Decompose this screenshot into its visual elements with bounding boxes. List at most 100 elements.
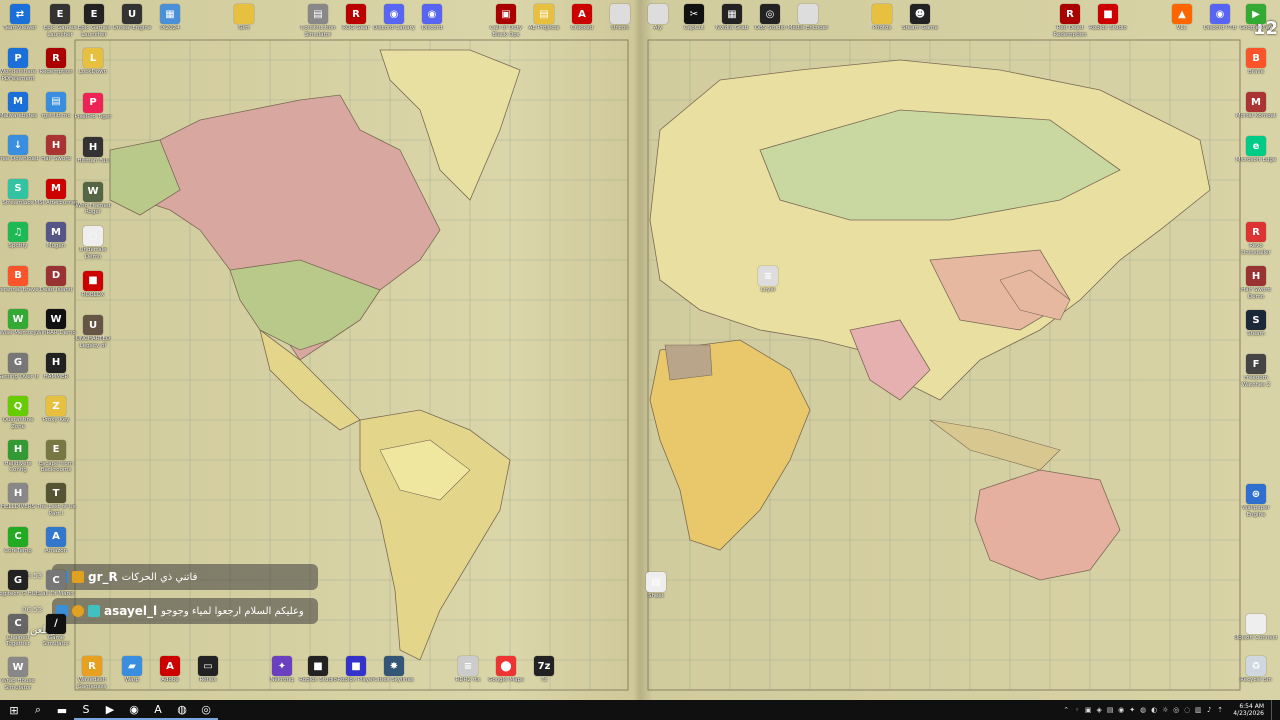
desktop-shortcut[interactable]: R Revo Uninstaller: [1236, 222, 1276, 256]
desktop-shortcut[interactable]: H Hitman Full: [73, 137, 113, 165]
tray-icon[interactable]: ◎: [1172, 706, 1180, 714]
tray-icon[interactable]: ▣: [1084, 706, 1092, 714]
tray-icon[interactable]: ▥: [1194, 706, 1202, 714]
desktop-shortcut[interactable]: ≡ Loyal: [748, 266, 788, 294]
desktop-shortcut[interactable]: ⬤ Google Maps: [486, 656, 526, 684]
desktop-shortcut[interactable]: ■ Roblox Studio: [1088, 4, 1128, 32]
discord-taskbar-icon[interactable]: ◉: [122, 700, 146, 720]
tray-icon[interactable]: ✦: [1128, 706, 1136, 714]
desktop-shortcut[interactable]: ◉ Discord Canary: [373, 4, 415, 32]
start-button[interactable]: ⊞: [2, 700, 26, 720]
desktop-shortcut[interactable]: ✂ CapCut: [674, 4, 714, 32]
desktop-shortcut[interactable]: ≡ RDR2 rtx: [448, 656, 488, 684]
desktop-shortcut[interactable]: ▤ AE Projects: [524, 4, 564, 32]
desktop-shortcut[interactable]: Photos: [862, 4, 902, 32]
desktop-shortcut[interactable]: C CoreTemp: [0, 526, 38, 555]
desktop-shortcut[interactable]: B Personal Brave: [0, 265, 39, 294]
tray-icon[interactable]: ☼: [1161, 706, 1169, 714]
desktop-shortcut[interactable]: U Unreal Engine: [112, 4, 152, 32]
desktop-shortcut[interactable]: Media Encoder: [788, 4, 828, 32]
taskbar-clock[interactable]: 6:54 AM 4/23/2026: [1233, 703, 1264, 717]
desktop-shortcut[interactable]: W Who Framed Roger: [73, 181, 113, 216]
desktop-shortcut[interactable]: F Freedom Watches 2: [1236, 354, 1276, 388]
desktop-shortcut[interactable]: ↓ Free Download: [0, 135, 38, 163]
desktop-shortcut[interactable]: D Dead Island: [36, 265, 76, 294]
steam-taskbar-icon[interactable]: S: [74, 700, 98, 720]
acrobat-taskbar-icon[interactable]: A: [146, 700, 170, 720]
desktop-shortcut[interactable]: ▤ rgst.lib.mc: [36, 91, 76, 120]
desktop-shortcut[interactable]: ⇄ TeamViewer: [0, 4, 40, 32]
desktop-shortcut[interactable]: H Half Sword: [36, 135, 76, 163]
desktop-shortcut[interactable]: M Mortal Kombat: [1236, 92, 1276, 120]
desktop-shortcut[interactable]: ◌ Undertale Demo: [73, 226, 113, 260]
desktop-shortcut[interactable]: H HELLDIVERS: [0, 483, 38, 511]
desktop-shortcut[interactable]: E Escape from Backrooms: [36, 439, 76, 474]
desktop-shortcut[interactable]: P Wondershare PDFelement: [0, 48, 38, 82]
desktop-shortcut[interactable]: ♫ Spotify: [0, 222, 38, 250]
desktop-shortcut[interactable]: M Mugen: [36, 222, 76, 250]
desktop-shortcut[interactable]: R Redemption: [36, 48, 76, 76]
tray-icon[interactable]: ◈: [1095, 706, 1103, 714]
desktop-shortcut[interactable]: G Logitech G HUB: [0, 570, 40, 598]
desktop-shortcut[interactable]: R Red Dead Redemption: [1050, 4, 1090, 38]
desktop-shortcut[interactable]: A Cracked: [562, 4, 602, 32]
desktop-shortcut[interactable]: ■ Roblox Studio: [298, 656, 338, 684]
tray-icon[interactable]: ♪: [1205, 706, 1213, 714]
desktop-shortcut[interactable]: ■ Roblox Player: [336, 656, 376, 684]
desktop-shortcut[interactable]: ▤ Sheet: [636, 572, 676, 600]
search-icon[interactable]: ⌕: [26, 700, 50, 720]
desktop-shortcut[interactable]: 7z 7z: [524, 656, 564, 684]
desktop-shortcut[interactable]: ✸ Cities Skylines: [374, 656, 414, 684]
desktop-shortcut[interactable]: L LockDown: [73, 48, 113, 76]
desktop-shortcut[interactable]: Gim: [224, 4, 264, 32]
tray-icon[interactable]: ◍: [1139, 706, 1147, 714]
tray-icon[interactable]: ◐: [1150, 706, 1158, 714]
desktop-shortcut[interactable]: ▤ Construction Simulator: [298, 4, 338, 38]
desktop-shortcut[interactable]: ◎ OBS Studio: [750, 4, 790, 32]
desktop-shortcut[interactable]: ▦ Nvidia Grab: [712, 4, 752, 32]
desktop-shortcut[interactable]: W Wrap House Simulator: [0, 657, 38, 691]
desktop-shortcut[interactable]: ♻ Recycle Bin: [1236, 656, 1276, 684]
desktop-shortcut[interactable]: W WinRAR Demo: [36, 309, 76, 337]
tray-icon[interactable]: ◉: [1117, 706, 1125, 714]
show-desktop-button[interactable]: [1271, 700, 1274, 720]
desktop-shortcut[interactable]: ▶ Google Play: [1236, 4, 1276, 32]
desktop-shortcut[interactable]: ∕ Game Simulator: [36, 613, 76, 648]
desktop-shortcut[interactable]: e Microsoft Edge: [1236, 136, 1276, 164]
desktop-shortcut[interactable]: R ROG Gear: [336, 4, 376, 32]
file-explorer-icon[interactable]: ▬: [50, 700, 74, 720]
desktop-shortcut[interactable]: M MSI Afterburner: [34, 178, 78, 207]
desktop-shortcut[interactable]: S Streamlabs: [0, 178, 38, 207]
obs-taskbar-icon[interactable]: ◎: [194, 700, 218, 720]
desktop-shortcut[interactable]: Uncon: [600, 4, 640, 32]
desktop-shortcut[interactable]: ▦ IX2024: [150, 4, 190, 32]
desktop-shortcut[interactable]: A Adobe: [150, 656, 190, 684]
desktop-shortcut[interactable]: E Epic Games Launcher: [74, 4, 114, 38]
desktop-shortcut[interactable]: Q Quarantine Zone: [0, 396, 38, 430]
desktop-shortcut[interactable]: G Getting Over It: [0, 352, 38, 381]
desktop-shortcut[interactable]: A Amazon: [36, 526, 76, 555]
desktop-shortcut[interactable]: H Half Sword Demo: [1236, 266, 1276, 300]
tray-icon[interactable]: ◦: [1073, 706, 1081, 714]
desktop-shortcut[interactable]: Ubisoft Connect: [1234, 614, 1278, 642]
desktop-shortcut[interactable]: ▭ Reflex: [188, 656, 228, 684]
desktop-shortcut[interactable]: H Helldivers Config: [0, 439, 38, 474]
tray-icon[interactable]: ▤: [1106, 706, 1114, 714]
desktop-shortcut[interactable]: ▰ Warp: [112, 656, 152, 684]
tray-icon[interactable]: ⇡: [1216, 706, 1224, 714]
chrome-icon[interactable]: ◍: [170, 700, 194, 720]
desktop-shortcut[interactable]: C Call Of Mario: [36, 570, 76, 598]
desktop-shortcut[interactable]: ◉ Discord: [412, 4, 452, 32]
tray-icon[interactable]: ◌: [1183, 706, 1191, 714]
desktop-shortcut[interactable]: P PixelPro Tiger: [73, 92, 113, 121]
desktop-shortcut[interactable]: ⊛ Wallpaper Engine: [1236, 484, 1276, 518]
desktop-shortcut[interactable]: Z Proxy Key: [36, 396, 76, 424]
desktop-shortcut[interactable]: ■ ROBLOX: [73, 270, 113, 299]
tray-icon[interactable]: ⌃: [1062, 706, 1070, 714]
desktop-shortcut[interactable]: H HAMMER: [36, 352, 76, 381]
desktop-shortcut[interactable]: R Wavedash Gamepass: [72, 656, 112, 690]
desktop-shortcut[interactable]: ▲ VLC: [1162, 4, 1202, 32]
desktop-shortcut[interactable]: W Wise Memory: [0, 309, 38, 337]
desktop-shortcut[interactable]: M Malwarebytes: [0, 91, 38, 120]
desktop-shortcut[interactable]: U UNCHARTED Legacy of: [73, 315, 113, 349]
